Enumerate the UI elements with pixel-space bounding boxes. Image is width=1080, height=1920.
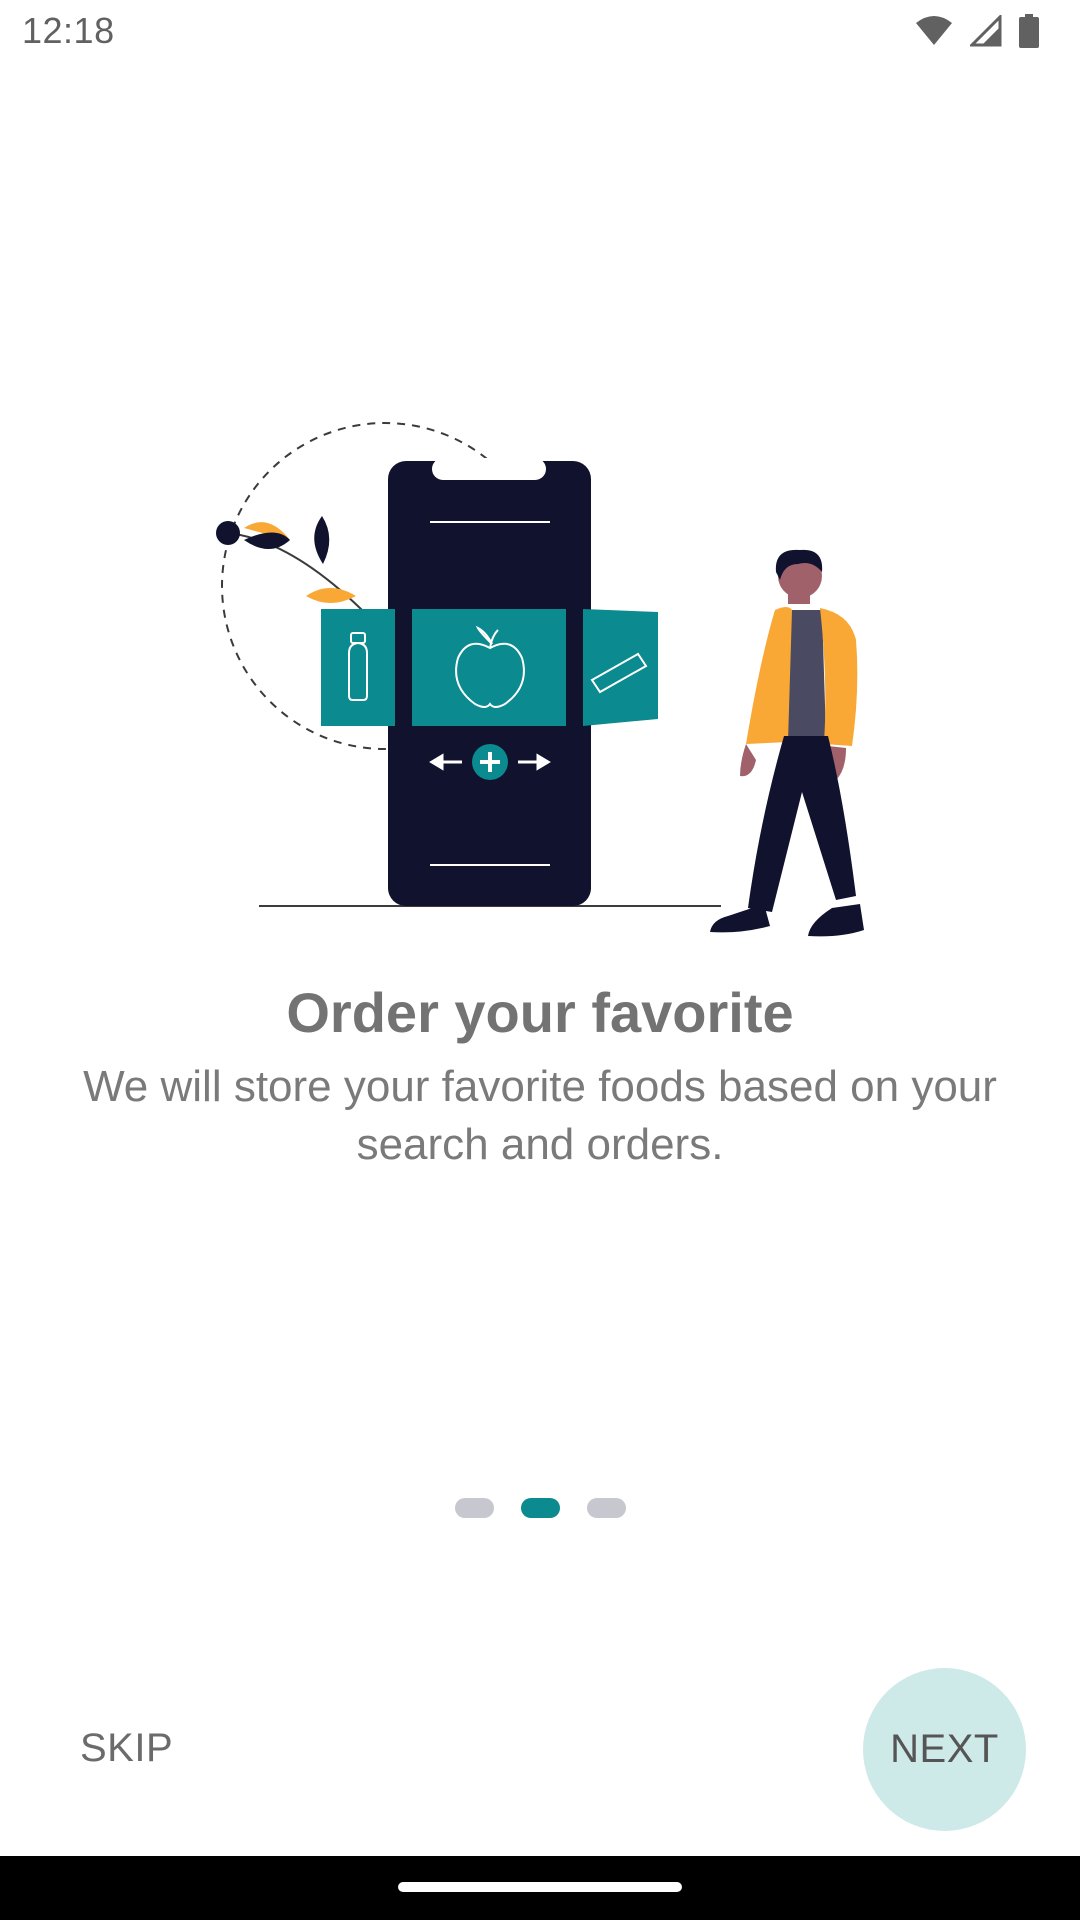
- onboarding-description: We will store your favorite foods based …: [83, 1062, 997, 1169]
- status-bar: 12:18: [0, 0, 1080, 64]
- onboarding-title: Order your favorite: [286, 981, 794, 1044]
- page-dot-2-active[interactable]: [520, 1498, 560, 1518]
- bottle-card: [321, 609, 395, 726]
- home-handle[interactable]: [398, 1882, 682, 1892]
- navigation-bar: [0, 1856, 1080, 1920]
- wifi-icon: [916, 16, 952, 45]
- person-icon: [710, 549, 864, 937]
- page-dot-1[interactable]: [454, 1498, 494, 1518]
- skip-button[interactable]: SKIP: [80, 1726, 173, 1771]
- onboarding-screen: 12:18 Order your favorite We will store …: [0, 0, 1080, 1920]
- battery-icon: [1019, 14, 1039, 48]
- apple-card: [412, 609, 566, 726]
- status-icons: [914, 14, 1040, 48]
- status-time: 12:18: [22, 10, 115, 51]
- next-button[interactable]: NEXT: [863, 1668, 1026, 1831]
- bar-card: [583, 609, 658, 726]
- page-dot-3[interactable]: [586, 1498, 626, 1518]
- plant-icon: [216, 516, 363, 611]
- plus-icon: [472, 744, 508, 780]
- onboarding-illustration: [216, 422, 864, 937]
- cell-signal-icon: [970, 15, 1002, 47]
- page-indicator: [0, 1498, 1080, 1518]
